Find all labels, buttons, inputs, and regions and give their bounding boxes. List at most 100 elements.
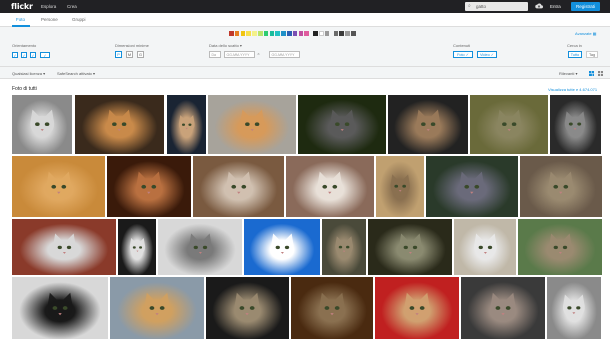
photo-thumbnail[interactable] (547, 277, 601, 339)
photo-thumbnail[interactable] (550, 95, 601, 154)
size-large[interactable]: G (137, 51, 144, 58)
photo-thumbnail[interactable] (75, 95, 164, 154)
cat-image (136, 171, 162, 200)
color-swatch[interactable] (324, 31, 330, 36)
color-swatch[interactable] (313, 31, 318, 36)
sort-dropdown[interactable]: Rilevanti ▾ (559, 71, 577, 76)
color-swatch[interactable] (281, 31, 286, 36)
photo-thumbnail[interactable] (118, 219, 156, 275)
photo-thumbnail[interactable] (167, 95, 206, 154)
orientation-landscape[interactable]: ✓ (12, 52, 18, 58)
login-link[interactable]: Entra (550, 4, 561, 9)
orientation-square[interactable]: ✓ (30, 52, 36, 58)
photo-thumbnail[interactable] (208, 95, 296, 154)
cat-image (178, 114, 195, 134)
cat-image (319, 292, 345, 322)
color-swatch[interactable] (246, 31, 251, 36)
view-all-link[interactable]: Visualizza tutte e 4.674.071 (548, 87, 597, 92)
color-swatch[interactable] (287, 31, 292, 36)
photo-thumbnail[interactable] (291, 277, 373, 339)
photo-thumbnail[interactable] (193, 156, 284, 217)
search-tabs: Foto Persone Gruppi (0, 13, 610, 27)
photo-thumbnail[interactable] (12, 95, 72, 154)
search-in-tags[interactable]: Tag (586, 51, 598, 58)
cat-image (46, 171, 71, 200)
photo-thumbnail[interactable] (12, 156, 105, 217)
color-swatch[interactable] (351, 31, 356, 36)
size-medium[interactable]: M (126, 51, 133, 58)
photo-thumbnail[interactable] (322, 219, 366, 275)
license-dropdown[interactable]: Qualsiasi licenza ▾ (12, 71, 45, 76)
color-swatch[interactable] (258, 31, 263, 36)
photo-thumbnail[interactable] (470, 95, 548, 154)
search-in-all[interactable]: Tutto (568, 51, 582, 58)
color-swatch[interactable] (298, 31, 304, 36)
content-photos[interactable]: Foto ✓ (453, 51, 473, 58)
justified-view-icon[interactable] (589, 71, 594, 76)
photo-thumbnail[interactable] (520, 156, 602, 217)
cat-image (548, 171, 574, 200)
photo-thumbnail[interactable] (298, 95, 386, 154)
content-videos[interactable]: Video ✓ (477, 51, 497, 58)
signup-button[interactable]: Registrati (571, 2, 600, 11)
color-swatch[interactable] (229, 31, 234, 36)
cat-image (52, 233, 76, 260)
size-small[interactable]: P (115, 51, 122, 58)
photo-thumbnail[interactable] (107, 156, 191, 217)
search-value: gatto (476, 4, 487, 9)
tab-groups[interactable]: Gruppi (72, 17, 86, 22)
color-swatch[interactable] (292, 31, 298, 36)
photo-thumbnail[interactable] (12, 219, 116, 275)
color-swatch[interactable] (333, 31, 339, 36)
tab-photos[interactable]: Foto (16, 17, 25, 22)
chevron-down-icon: ▾ (575, 71, 578, 76)
nav-explore[interactable]: Esplora (41, 4, 56, 9)
photo-thumbnail[interactable] (368, 219, 452, 275)
photo-thumbnail[interactable] (426, 156, 518, 217)
photo-thumbnail[interactable] (518, 219, 602, 275)
section-title: Foto di tutti (12, 86, 37, 92)
search-icon: ⌕ (468, 3, 471, 9)
orientation-portrait[interactable]: ✓ (21, 52, 27, 58)
tab-people[interactable]: Persone (41, 17, 58, 22)
date-label[interactable]: Data dello scatto ▾ (209, 43, 242, 48)
photo-thumbnail[interactable] (244, 219, 320, 275)
cat-image (473, 233, 497, 260)
advanced-link[interactable]: Avanzate ▦ (575, 31, 597, 36)
grid-view-icon[interactable] (598, 71, 603, 76)
date-from-input[interactable]: GG-MM-YYYY (224, 51, 255, 58)
safesearch-label: SafeSearch attivato (57, 71, 92, 76)
color-swatch[interactable] (252, 31, 257, 36)
photo-thumbnail[interactable] (454, 219, 516, 275)
color-swatch[interactable] (240, 31, 246, 36)
photo-thumbnail[interactable] (158, 219, 242, 275)
orientation-label: Orientamento (12, 43, 37, 48)
photo-thumbnail[interactable] (110, 277, 204, 339)
nav-create[interactable]: Crea (67, 4, 77, 9)
color-swatch[interactable] (319, 31, 324, 36)
photo-thumbnail[interactable] (376, 156, 424, 217)
color-swatch[interactable] (234, 31, 240, 36)
photo-thumbnail[interactable] (388, 95, 468, 154)
photo-thumbnail[interactable] (375, 277, 459, 339)
color-swatch[interactable] (269, 31, 275, 36)
photo-thumbnail[interactable] (12, 277, 108, 339)
upload-cloud-icon[interactable] (535, 2, 543, 10)
safesearch-dropdown[interactable]: SafeSearch attivato ▾ (57, 71, 95, 76)
color-swatch[interactable] (263, 31, 269, 36)
photo-thumbnail[interactable] (286, 156, 374, 217)
photo-thumbnail[interactable] (461, 277, 545, 339)
search-input[interactable]: ⌕ gatto (465, 2, 528, 11)
photo-thumbnail[interactable] (206, 277, 289, 339)
top-bar: flickr Esplora Crea ⌕ gatto Entra Regist… (0, 0, 610, 13)
color-swatch[interactable] (345, 31, 350, 36)
cat-image (565, 111, 586, 136)
color-swatch[interactable] (275, 31, 280, 36)
chevron-down-icon: ▾ (93, 71, 96, 76)
orientation-panorama[interactable]: ✓ (40, 52, 50, 58)
date-to-input[interactable]: GG-MM-YYYY (269, 51, 300, 58)
flickr-logo[interactable]: flickr (11, 2, 33, 11)
cat-image (240, 109, 264, 138)
color-swatch[interactable] (304, 31, 309, 36)
color-swatch[interactable] (339, 31, 344, 36)
